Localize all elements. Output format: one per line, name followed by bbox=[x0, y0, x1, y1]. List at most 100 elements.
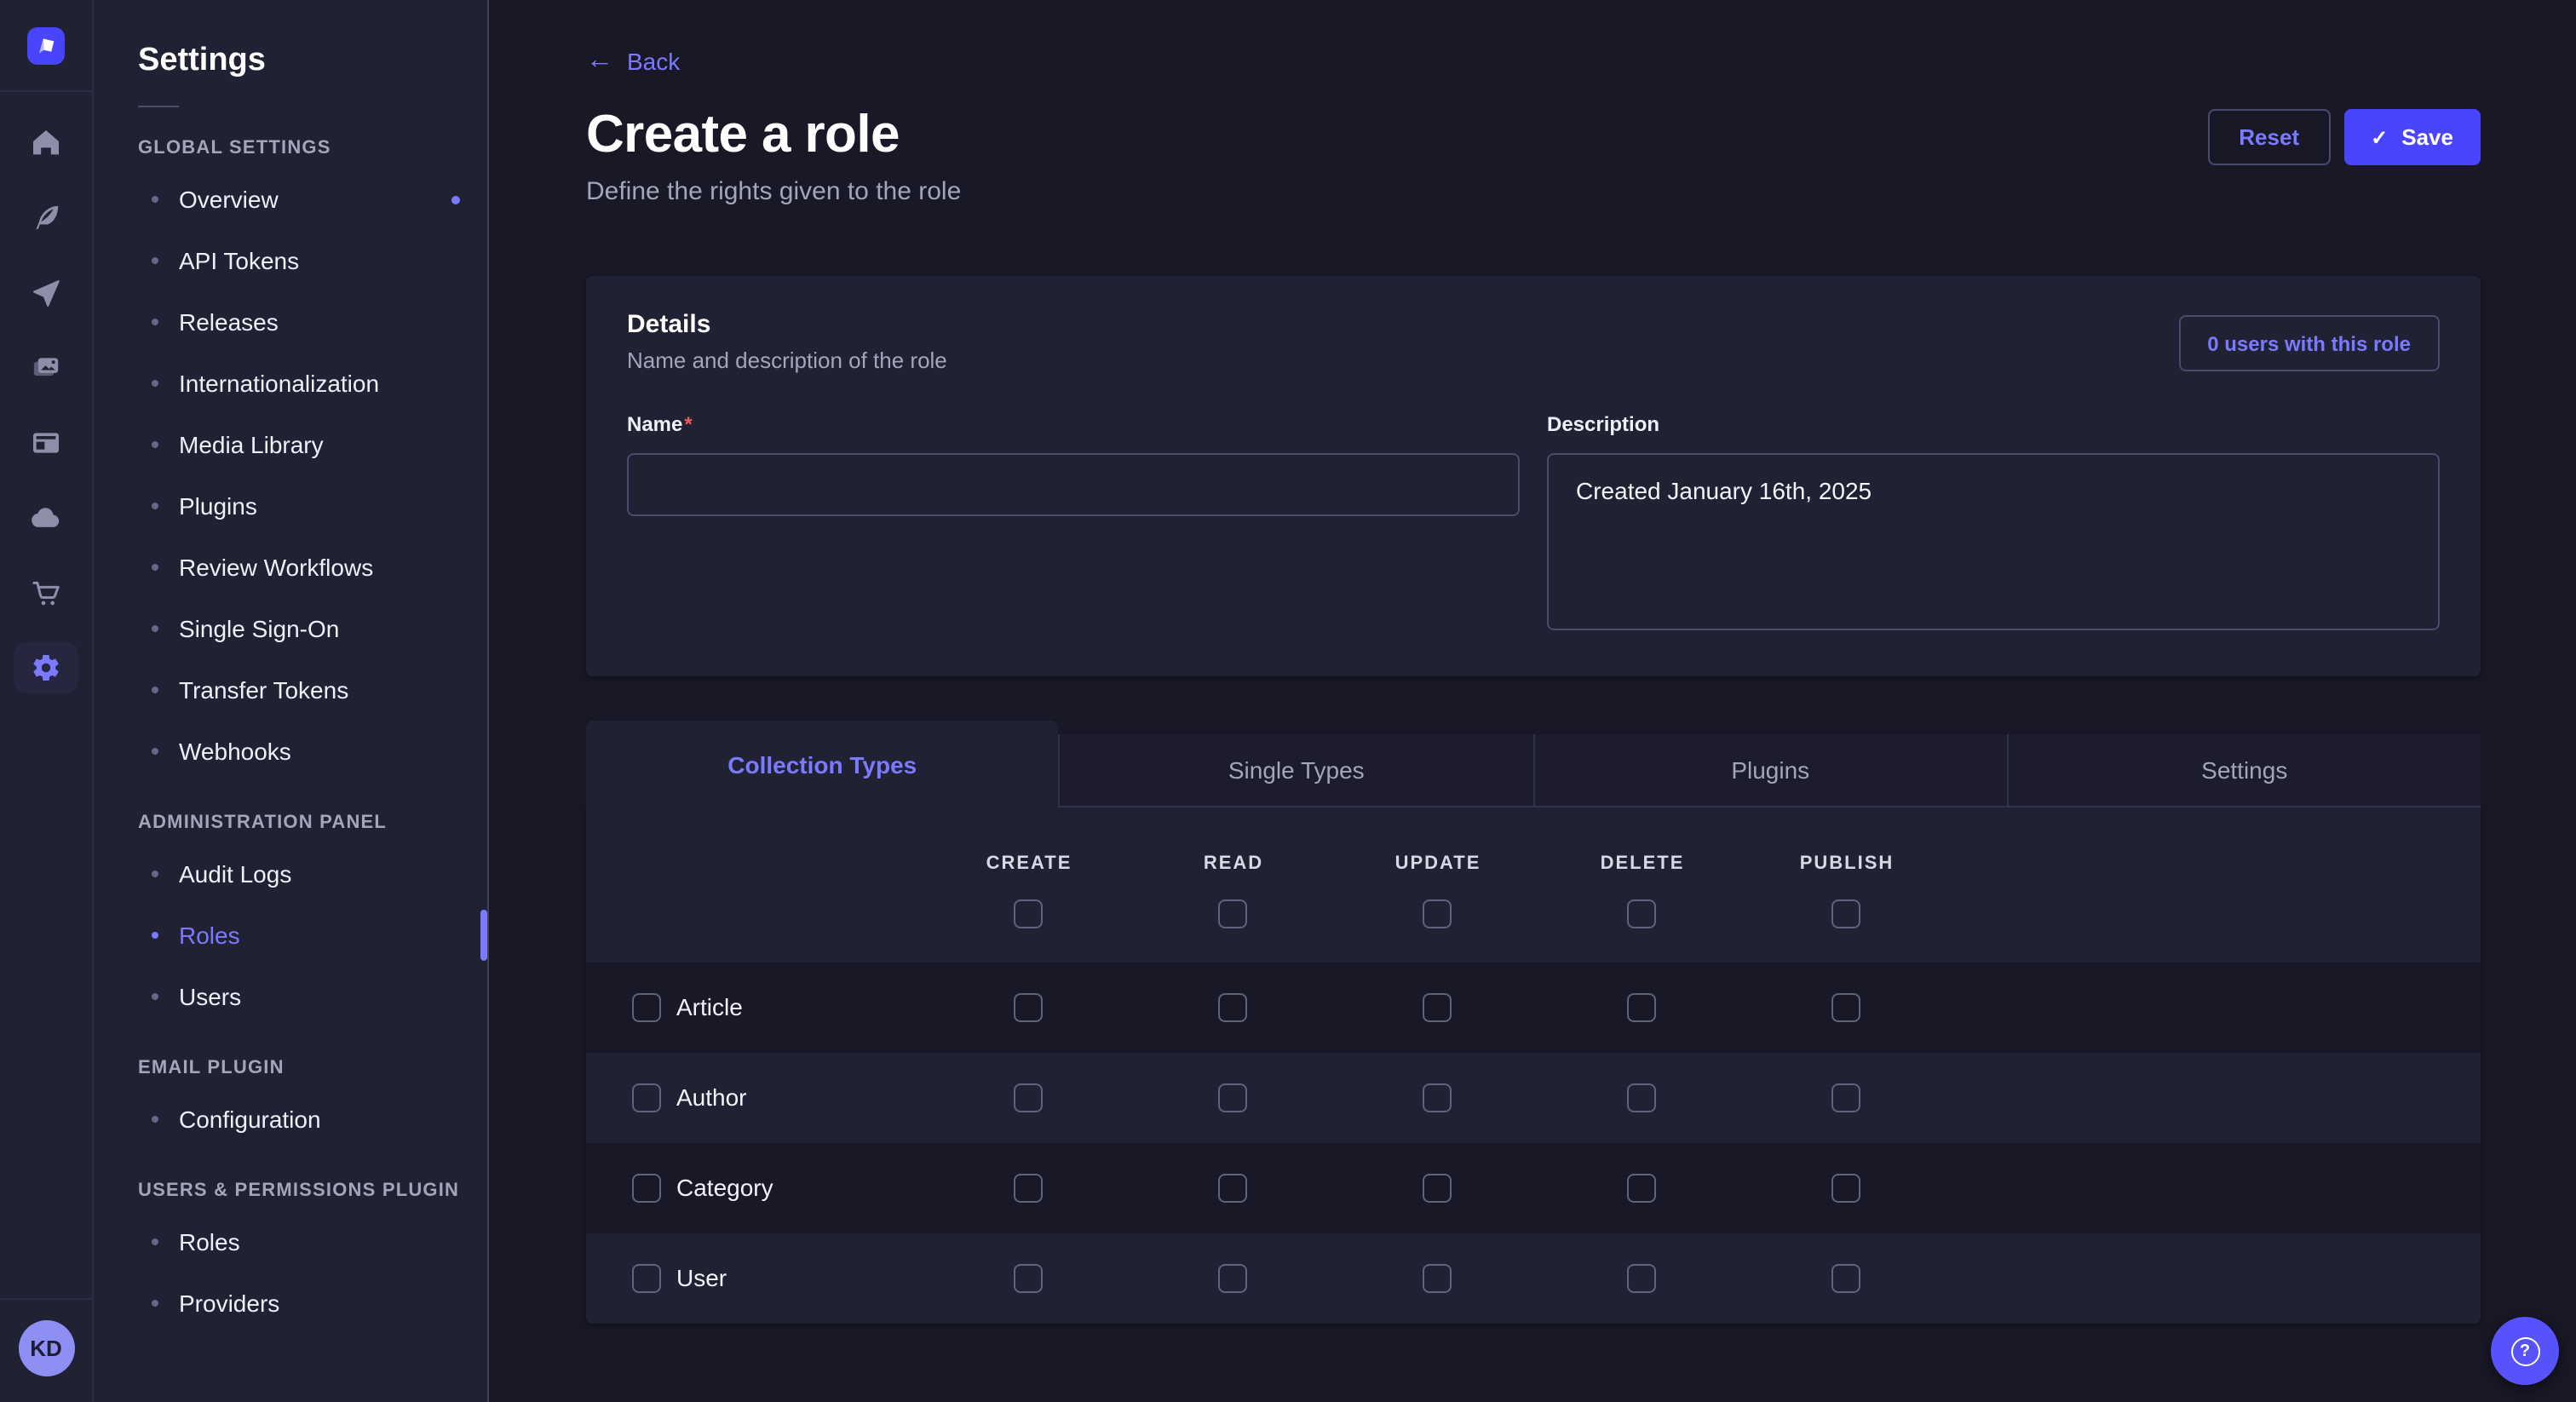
bullet-icon bbox=[152, 871, 158, 877]
cloud-icon[interactable] bbox=[0, 480, 93, 555]
sidebar-item-media-library[interactable]: Media Library bbox=[94, 414, 487, 475]
tab-settings[interactable]: Settings bbox=[2007, 734, 2481, 807]
section-global-settings: GLOBAL SETTINGS Overview API Tokens Rele… bbox=[94, 138, 487, 782]
bullet-icon bbox=[152, 687, 158, 693]
name-input[interactable] bbox=[627, 453, 1520, 516]
bullet-icon bbox=[152, 1116, 158, 1123]
save-button[interactable]: ✓ Save bbox=[2343, 109, 2481, 165]
update-checkbox[interactable] bbox=[1423, 1083, 1452, 1112]
media-library-icon[interactable] bbox=[0, 330, 93, 405]
bullet-icon bbox=[152, 564, 158, 571]
delete-checkbox[interactable] bbox=[1627, 1264, 1656, 1293]
marketplace-cart-icon[interactable] bbox=[0, 555, 93, 630]
feather-icon[interactable] bbox=[0, 181, 93, 256]
read-checkbox[interactable] bbox=[1218, 993, 1247, 1022]
column-header-update: UPDATE bbox=[1395, 853, 1481, 874]
sidebar-item-providers[interactable]: Providers bbox=[94, 1273, 487, 1334]
update-checkbox[interactable] bbox=[1423, 993, 1452, 1022]
sidebar-item-label: API Tokens bbox=[179, 247, 299, 274]
sidebar-item-configuration[interactable]: Configuration bbox=[94, 1089, 487, 1150]
settings-active-highlight bbox=[14, 642, 78, 693]
table-row-article: Article bbox=[586, 962, 2481, 1053]
bullet-icon bbox=[152, 748, 158, 755]
delete-checkbox[interactable] bbox=[1627, 1174, 1656, 1203]
update-checkbox[interactable] bbox=[1423, 1174, 1452, 1203]
create-checkbox[interactable] bbox=[1014, 993, 1043, 1022]
tab-single-types[interactable]: Single Types bbox=[1059, 734, 1533, 807]
column-header-publish: PUBLISH bbox=[1800, 853, 1895, 874]
publish-checkbox[interactable] bbox=[1831, 993, 1860, 1022]
description-textarea[interactable]: Created January 16th, 2025 bbox=[1547, 453, 2440, 630]
row-label: Author bbox=[676, 1053, 747, 1143]
update-checkbox[interactable] bbox=[1423, 1264, 1452, 1293]
column-header-delete: DELETE bbox=[1601, 853, 1685, 874]
select-all-create-checkbox[interactable] bbox=[1014, 899, 1043, 928]
create-checkbox[interactable] bbox=[1014, 1174, 1043, 1203]
section-email-plugin: EMAIL PLUGIN Configuration bbox=[94, 1058, 487, 1150]
sidebar-item-transfer-tokens[interactable]: Transfer Tokens bbox=[94, 659, 487, 721]
bullet-icon bbox=[152, 319, 158, 325]
publish-checkbox[interactable] bbox=[1831, 1083, 1860, 1112]
content-manager-icon[interactable] bbox=[0, 405, 93, 480]
read-checkbox[interactable] bbox=[1218, 1174, 1247, 1203]
row-select-checkbox[interactable] bbox=[632, 993, 661, 1022]
sidebar-item-single-sign-on[interactable]: Single Sign-On bbox=[94, 598, 487, 659]
reset-button[interactable]: Reset bbox=[2208, 109, 2330, 165]
users-with-role-button[interactable]: 0 users with this role bbox=[2178, 315, 2440, 371]
row-select-checkbox[interactable] bbox=[632, 1174, 661, 1203]
bullet-icon bbox=[152, 993, 158, 1000]
sidebar-item-overview[interactable]: Overview bbox=[94, 169, 487, 230]
details-heading: Details bbox=[627, 310, 947, 339]
read-checkbox[interactable] bbox=[1218, 1083, 1247, 1112]
create-checkbox[interactable] bbox=[1014, 1264, 1043, 1293]
bullet-icon bbox=[152, 441, 158, 448]
delete-checkbox[interactable] bbox=[1627, 993, 1656, 1022]
sidebar-item-review-workflows[interactable]: Review Workflows bbox=[94, 537, 487, 598]
description-label: Description bbox=[1547, 412, 1659, 436]
permissions-table: CREATE READ UPDATE DELETE PUBLISH Articl… bbox=[586, 807, 2481, 1324]
sidebar-item-label: Transfer Tokens bbox=[179, 676, 348, 704]
strapi-logo[interactable] bbox=[27, 27, 65, 65]
bullet-icon bbox=[152, 257, 158, 264]
sidebar-item-label: Media Library bbox=[179, 431, 324, 458]
select-all-update-checkbox[interactable] bbox=[1423, 899, 1452, 928]
row-label: Category bbox=[676, 1143, 773, 1233]
read-checkbox[interactable] bbox=[1218, 1264, 1247, 1293]
sidebar-item-webhooks[interactable]: Webhooks bbox=[94, 721, 487, 782]
column-header-create: CREATE bbox=[986, 853, 1072, 874]
create-checkbox[interactable] bbox=[1014, 1083, 1043, 1112]
sidebar-item-plugins[interactable]: Plugins bbox=[94, 475, 487, 537]
rail-nav bbox=[0, 106, 93, 705]
section-users-permissions-plugin: USERS & PERMISSIONS PLUGIN Roles Provide… bbox=[94, 1181, 487, 1334]
details-heading-block: Details Name and description of the role bbox=[627, 310, 947, 373]
select-all-read-checkbox[interactable] bbox=[1218, 899, 1247, 928]
bullet-icon bbox=[152, 380, 158, 387]
select-all-delete-checkbox[interactable] bbox=[1627, 899, 1656, 928]
sidebar-item-label: Single Sign-On bbox=[179, 615, 339, 642]
sidebar-item-api-tokens[interactable]: API Tokens bbox=[94, 230, 487, 291]
sidebar-item-audit-logs[interactable]: Audit Logs bbox=[94, 843, 487, 905]
select-all-publish-checkbox[interactable] bbox=[1831, 899, 1860, 928]
publish-checkbox[interactable] bbox=[1831, 1174, 1860, 1203]
publish-checkbox[interactable] bbox=[1831, 1264, 1860, 1293]
delete-checkbox[interactable] bbox=[1627, 1083, 1656, 1112]
row-select-checkbox[interactable] bbox=[632, 1083, 661, 1112]
bullet-icon bbox=[152, 196, 158, 203]
help-button[interactable]: ? bbox=[2491, 1317, 2559, 1385]
sidebar-item-internationalization[interactable]: Internationalization bbox=[94, 353, 487, 414]
tab-collection-types[interactable]: Collection Types bbox=[586, 721, 1059, 807]
active-indicator-bar bbox=[480, 910, 487, 961]
row-select-checkbox[interactable] bbox=[632, 1264, 661, 1293]
sidebar-item-releases[interactable]: Releases bbox=[94, 291, 487, 353]
sidebar-item-roles-up[interactable]: Roles bbox=[94, 1211, 487, 1273]
user-avatar[interactable]: KD bbox=[18, 1320, 74, 1376]
settings-gear-icon[interactable] bbox=[0, 630, 93, 705]
back-link[interactable]: ← Back bbox=[586, 48, 680, 75]
send-icon[interactable] bbox=[0, 256, 93, 330]
sidebar-item-label: Users bbox=[179, 983, 241, 1010]
tab-plugins[interactable]: Plugins bbox=[1532, 734, 2007, 807]
sidebar-item-users[interactable]: Users bbox=[94, 966, 487, 1027]
sidebar-item-roles-admin[interactable]: Roles bbox=[94, 905, 487, 966]
details-card: Details Name and description of the role… bbox=[586, 276, 2481, 676]
home-icon[interactable] bbox=[0, 106, 93, 181]
